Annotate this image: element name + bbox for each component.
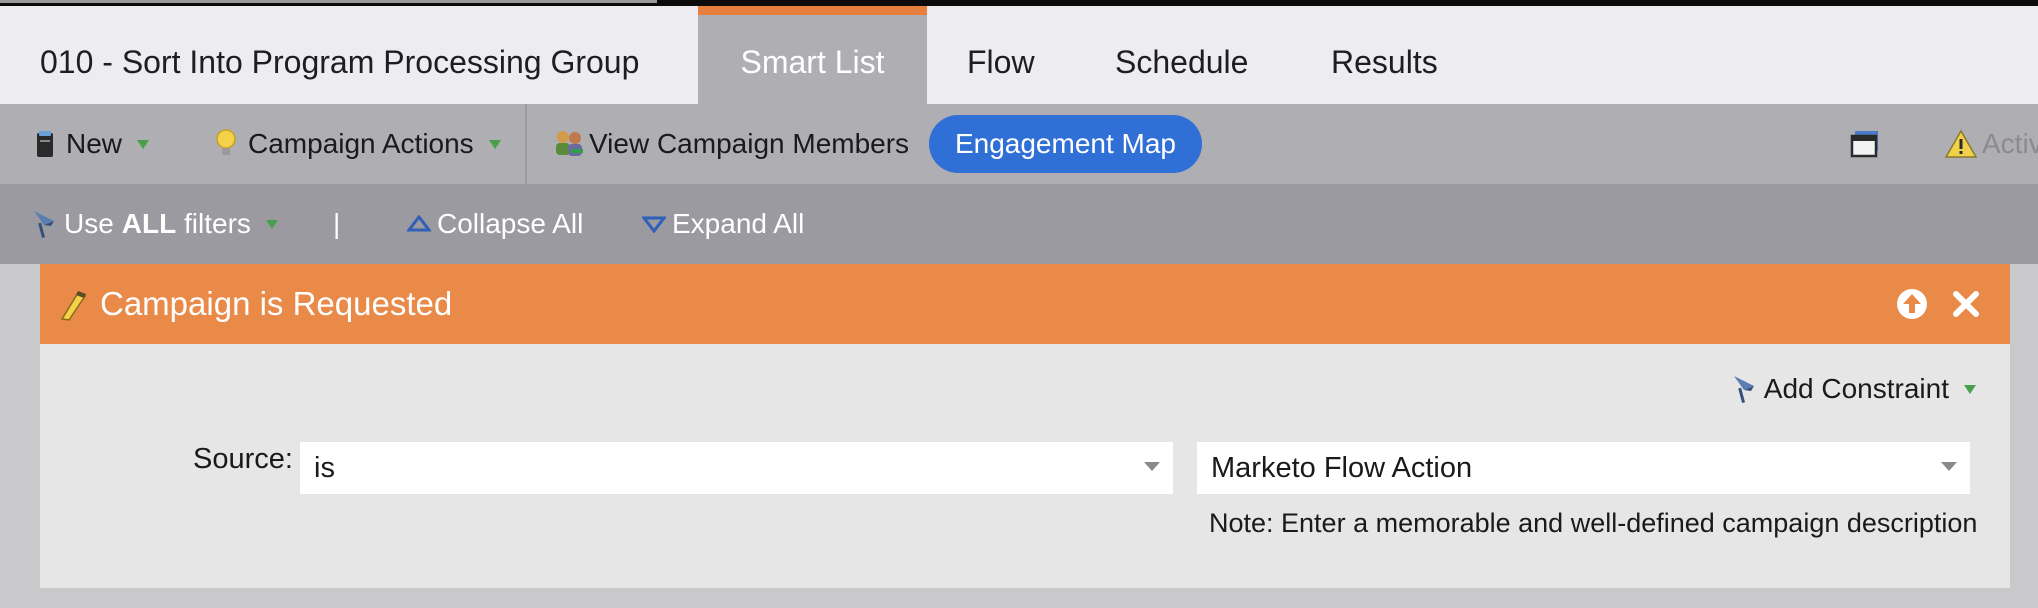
operator-value: is [314, 452, 335, 484]
dropdown-arrow-icon [1144, 462, 1160, 471]
tab-flow[interactable]: Flow [967, 6, 1035, 104]
close-icon[interactable] [1951, 289, 1981, 319]
filter-funnel-icon [1733, 376, 1754, 403]
program-name: 010 - Sort Into Program Processing Group [40, 44, 640, 80]
trigger-bolt-icon [60, 291, 87, 321]
warning-icon [1944, 129, 1978, 158]
trigger-header: Campaign is Requested [40, 264, 2010, 344]
popout-window-button[interactable] [1850, 104, 1880, 184]
new-icon [37, 131, 53, 157]
new-label: New [66, 128, 123, 159]
source-label: Source: [193, 443, 293, 475]
new-menu-button[interactable]: New [34, 104, 150, 184]
tab-bar: 010 - Sort Into Program Processing Group… [0, 6, 2038, 104]
collapse-triangle-icon [407, 215, 431, 232]
add-constraint-button[interactable]: Add Constraint [1730, 369, 1977, 409]
tab-smart-list-label: Smart List [740, 44, 885, 80]
collapse-all-label: Collapse All [437, 208, 584, 239]
chevron-down-icon [488, 140, 501, 149]
dropdown-arrow-icon [1941, 462, 1957, 471]
use-all-filters-button[interactable]: Use ALL filters [30, 184, 279, 264]
source-select[interactable]: Marketo Flow Action [1197, 442, 1970, 494]
campaign-actions-button[interactable]: Campaign Actions [214, 104, 502, 184]
activate-button[interactable]: Activ [1944, 104, 2038, 184]
trigger-panel: Campaign is Requested Add Constraint Sou… [40, 264, 2010, 588]
use-filters-prefix: Use [64, 208, 114, 239]
source-value: Marketo Flow Action [1211, 452, 1473, 484]
use-filters-mode: ALL [121, 208, 177, 239]
active-tab-accent [698, 6, 927, 15]
engagement-map-button[interactable]: Engagement Map [929, 115, 1202, 173]
collapse-all-button[interactable]: Collapse All [407, 184, 583, 264]
lightbulb-icon [216, 129, 236, 155]
campaign-actions-label: Campaign Actions [248, 128, 474, 159]
expand-all-label: Expand All [672, 208, 805, 239]
chevron-down-icon [1964, 385, 1976, 394]
expand-all-button[interactable]: Expand All [642, 184, 804, 264]
activate-label: Activ [1982, 128, 2038, 159]
toolbar: New Campaign Actions View Campaign Membe… [0, 104, 2038, 184]
filter-divider: | [333, 208, 341, 239]
top-strip-shade [0, 0, 657, 3]
view-campaign-members-button[interactable]: View Campaign Members [553, 104, 909, 184]
campaign-description-note: Note: Enter a memorable and well-defined… [1209, 508, 1978, 538]
trigger-title: Campaign is Requested [100, 285, 453, 322]
window-icon [1850, 131, 1878, 158]
operator-select[interactable]: is [300, 442, 1173, 494]
chevron-down-icon [265, 220, 278, 229]
view-members-label: View Campaign Members [589, 128, 910, 159]
filter-bar: Use ALL filters | Collapse All Expand Al… [0, 184, 2038, 264]
tab-schedule[interactable]: Schedule [1115, 6, 1248, 104]
members-icon [556, 131, 583, 156]
filter-funnel-icon [34, 211, 54, 238]
use-filters-suffix: filters [176, 208, 251, 239]
tab-smart-list[interactable]: Smart List [698, 6, 927, 104]
tab-results[interactable]: Results [1331, 6, 1438, 104]
expand-triangle-icon [642, 216, 666, 233]
chevron-down-icon [137, 140, 150, 149]
toolbar-divider [525, 104, 527, 184]
move-up-icon[interactable] [1896, 288, 1928, 320]
add-constraint-label: Add Constraint [1763, 373, 1949, 404]
